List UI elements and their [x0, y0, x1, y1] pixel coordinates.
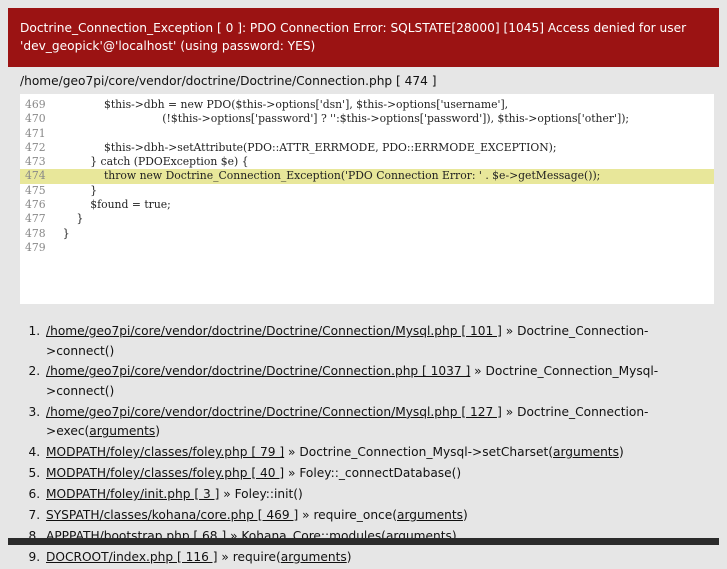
code-line: 477 }: [20, 212, 714, 226]
trace-call-close: ): [155, 424, 161, 439]
line-number: 479: [25, 240, 50, 254]
trace-file-link[interactable]: /home/geo7pi/core/vendor/doctrine/Doctri…: [46, 324, 502, 338]
source-code-block: 469 $this->dbh = new PDO($this->options[…: [20, 94, 714, 304]
line-code: $this->dbh = new PDO($this->options['dsn…: [49, 98, 509, 111]
line-number: 472: [25, 140, 50, 154]
line-code: (!$this->options['password'] ? '':$this-…: [49, 112, 630, 126]
line-number: 473: [25, 155, 50, 169]
line-number: 474: [25, 169, 50, 183]
stack-trace-list: /home/geo7pi/core/vendor/doctrine/Doctri…: [20, 322, 706, 569]
line-code: throw new Doctrine_Connection_Exception(…: [49, 169, 601, 183]
line-number: 478: [25, 226, 50, 240]
trace-call: » Doctrine_Connection_Mysql->setCharset(: [284, 445, 553, 460]
trace-call: » Foley::init(): [219, 486, 303, 501]
trace-call: » require(: [217, 549, 281, 564]
line-number: 470: [25, 112, 50, 126]
code-line: 471: [20, 127, 714, 141]
trace-file-link[interactable]: MODPATH/foley/init.php [ 3 ]: [46, 487, 219, 501]
code-line: 470 (!$this->options['password'] ? '':$t…: [20, 112, 714, 126]
code-line: 472 $this->dbh->setAttribute(PDO::ATTR_E…: [20, 141, 714, 155]
trace-item: /home/geo7pi/core/vendor/doctrine/Doctri…: [44, 362, 706, 401]
trace-arguments-link[interactable]: arguments: [281, 550, 347, 564]
trace-file-link[interactable]: /home/geo7pi/core/vendor/doctrine/Doctri…: [46, 364, 470, 378]
code-line: 478 }: [20, 227, 714, 241]
trace-file-link[interactable]: /home/geo7pi/core/vendor/doctrine/Doctri…: [46, 405, 502, 419]
code-line: 475 }: [20, 184, 714, 198]
line-code: }: [49, 183, 98, 197]
source-file-path: /home/geo7pi/core/vendor/doctrine/Doctri…: [20, 74, 437, 88]
error-header: Doctrine_Connection_Exception [ 0 ]: PDO…: [8, 8, 719, 67]
trace-call: » require_once(: [298, 507, 397, 522]
trace-item: DOCROOT/index.php [ 116 ] » require(argu…: [44, 548, 706, 568]
trace-call-close: ): [618, 445, 624, 460]
line-code: } catch (PDOException $e) {: [49, 155, 249, 169]
line-code: }: [49, 212, 84, 226]
code-line: 476 $found = true;: [20, 198, 714, 212]
trace-item: MODPATH/foley/classes/foley.php [ 79 ] »…: [44, 443, 706, 463]
trace-file-link[interactable]: SYSPATH/classes/kohana/core.php [ 469 ]: [46, 508, 298, 522]
line-number: 469: [25, 98, 50, 111]
line-number: 471: [25, 126, 50, 140]
trace-file-link[interactable]: MODPATH/foley/classes/foley.php [ 79 ]: [46, 445, 284, 459]
line-number: 477: [25, 212, 50, 226]
trace-arguments-link[interactable]: arguments: [553, 445, 619, 459]
trace-call-close: ): [462, 507, 468, 522]
trace-item: MODPATH/foley/init.php [ 3 ] » Foley::in…: [44, 485, 706, 505]
trace-arguments-link[interactable]: arguments: [89, 424, 155, 438]
code-line: 473 } catch (PDOException $e) {: [20, 155, 714, 169]
code-line: 469 $this->dbh = new PDO($this->options[…: [20, 98, 714, 112]
line-code: $found = true;: [49, 198, 171, 212]
code-line: 479: [20, 241, 714, 255]
trace-file-link[interactable]: DOCROOT/index.php [ 116 ]: [46, 550, 218, 564]
trace-item: MODPATH/foley/classes/foley.php [ 40 ] »…: [44, 464, 706, 484]
trace-item: /home/geo7pi/core/vendor/doctrine/Doctri…: [44, 403, 706, 442]
line-number: 475: [25, 183, 50, 197]
line-code: $this->dbh->setAttribute(PDO::ATTR_ERRMO…: [49, 140, 557, 154]
code-line-highlighted: 474 throw new Doctrine_Connection_Except…: [20, 169, 714, 184]
trace-file-link[interactable]: MODPATH/foley/classes/foley.php [ 40 ]: [46, 466, 284, 480]
trace-item: SYSPATH/classes/kohana/core.php [ 469 ] …: [44, 506, 706, 526]
trace-call: » Foley::_connectDatabase(): [284, 466, 462, 481]
line-code: }: [49, 226, 70, 240]
error-message: Doctrine_Connection_Exception [ 0 ]: PDO…: [20, 21, 687, 53]
trace-arguments-link[interactable]: arguments: [397, 508, 463, 522]
footer-bar: [8, 538, 719, 545]
line-number: 476: [25, 198, 50, 212]
trace-call-close: ): [346, 549, 352, 564]
trace-item: /home/geo7pi/core/vendor/doctrine/Doctri…: [44, 322, 706, 361]
error-content: /home/geo7pi/core/vendor/doctrine/Doctri…: [8, 67, 719, 564]
